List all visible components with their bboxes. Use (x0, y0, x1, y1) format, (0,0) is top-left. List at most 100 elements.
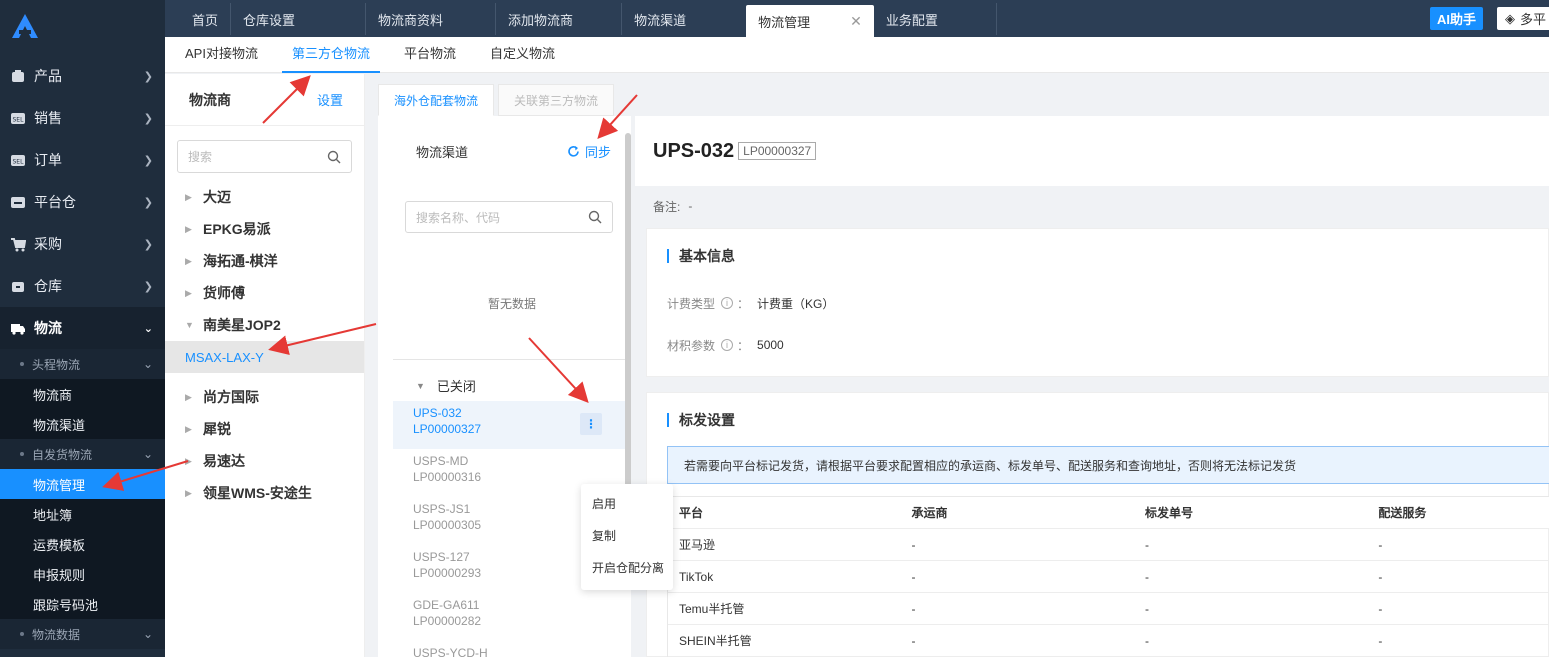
caret-down-icon: ▼ (185, 320, 194, 330)
tab-warehouse-settings[interactable]: 仓库设置 (231, 3, 367, 35)
table-cell: - (1144, 537, 1149, 552)
closed-group-label: 已关闭 (436, 379, 476, 394)
table-cell: - (1378, 601, 1383, 616)
info-icon[interactable]: i (721, 339, 734, 351)
logistics-type-tabs: API对接物流 第三方仓物流 平台物流 自定义物流 (165, 37, 1549, 73)
tree-node-label: 海拓通-棋洋 (203, 253, 278, 269)
tab-logistics-channel[interactable]: 物流渠道 (622, 3, 746, 35)
tab-overseas-warehouse-logistics[interactable]: 海外仓配套物流 (378, 84, 495, 116)
tab-label: 物流管理 (758, 14, 811, 30)
sidebar-item-tracking-pool[interactable]: 跟踪号码池 (0, 589, 165, 619)
tree-node[interactable]: ▶ 易速达 (165, 445, 364, 477)
tab-custom-logistics[interactable]: 自定义物流 (480, 37, 565, 73)
sidebar-group-first-leg[interactable]: 头程物流 ⌄ (0, 349, 165, 379)
tab-home[interactable]: 首页 (165, 3, 232, 35)
tab-add-carrier[interactable]: 添加物流商 (496, 3, 623, 35)
ai-assistant-button[interactable]: AI助手 (1430, 7, 1484, 30)
channel-item[interactable]: USPS-YCD-H (393, 641, 625, 657)
app-logo[interactable] (0, 0, 165, 52)
tree-node[interactable]: ▶ 尚方国际 (165, 381, 364, 413)
chevron-right-icon: ❯ (143, 238, 153, 251)
tab-logistics-management[interactable]: 物流管理 ✕ (746, 5, 874, 37)
tree-node[interactable]: ▶ 货师傅 (165, 277, 364, 309)
sidebar-item-carrier[interactable]: 物流商 (0, 379, 165, 409)
channel-code-badge: LP00000327 (738, 142, 817, 160)
sidebar-item-product[interactable]: 产品 ❯ (0, 55, 165, 97)
sidebar-item-sales[interactable]: SEL 销售 ❯ (0, 97, 165, 139)
multi-label: 多平 (1520, 12, 1547, 27)
sidebar-item-warehouse[interactable]: 仓库 ❯ (0, 265, 165, 307)
close-icon[interactable]: ✕ (850, 13, 862, 30)
channel-search-input[interactable]: 搜索名称、代码 (405, 201, 613, 233)
sidebar-item-declaration-rules[interactable]: 申报规则 (0, 559, 165, 589)
carrier-settings-link[interactable]: 设置 (317, 90, 343, 109)
sidebar-item-address-book[interactable]: 地址簿 (0, 499, 165, 529)
carrier-search-input[interactable]: 搜索 (177, 140, 352, 173)
sidebar-item-purchase[interactable]: 采购 ❯ (0, 223, 165, 265)
caret-right-icon: ▶ (185, 223, 192, 234)
tab-api-logistics[interactable]: API对接物流 (175, 37, 268, 73)
column-header: 平台 (679, 506, 704, 520)
menu-item-split-warehouse[interactable]: 开启仓配分离 (581, 552, 673, 584)
search-icon[interactable] (327, 150, 341, 164)
chevron-right-icon: ❯ (143, 280, 153, 293)
sidebar-item-channel[interactable]: 物流渠道 (0, 409, 165, 439)
channel-panel-title: 物流渠道 (416, 144, 469, 160)
tree-node[interactable]: ▶ 大迈 (165, 181, 364, 213)
tree-node[interactable]: ▶ EPKG易派 (165, 213, 364, 245)
divider (393, 359, 625, 360)
multi-platform-button[interactable]: ◈ 多平 (1497, 7, 1549, 30)
field-label: 计费类型 (667, 296, 716, 311)
menu-item-enable[interactable]: 启用 (581, 488, 673, 520)
carrier-panel-title: 物流商 (189, 91, 231, 108)
sidebar-item-label: 订单 (34, 152, 62, 168)
carrier-panel: 物流商 设置 搜索 ▶ 大迈 ▶ EPKG易派 ▶ 海拓通-棋洋 ▶ 货师傅 ▼ 南美星J… (165, 74, 365, 657)
tree-node-label: 南美星JOP2 (203, 317, 281, 333)
tab-third-party-warehouse[interactable]: 第三方仓物流 (281, 37, 380, 73)
sidebar-item-label: 销售 (34, 110, 62, 126)
tree-node[interactable]: ▶ 海拓通-棋洋 (165, 245, 364, 277)
channel-name: USPS-YCD-H (413, 646, 488, 657)
channel-item[interactable]: UPS-032 LP00000327 ⋮ (393, 401, 625, 449)
column-header: 配送服务 (1378, 506, 1427, 520)
caret-right-icon: ▶ (185, 487, 192, 498)
tree-node[interactable]: ▼ 南美星JOP2 (165, 309, 364, 341)
mark-shipping-card: 标发设置 若需要向平台标记发货，请根据平台要求配置相应的承运商、标发单号、配送服… (646, 392, 1549, 657)
sidebar-item-logistics[interactable]: 物流 ⌄ (0, 307, 165, 349)
sidebar-item-freight-template[interactable]: 运费模板 (0, 529, 165, 559)
bullet-icon (20, 452, 24, 456)
tree-node-label: 犀锐 (203, 421, 231, 437)
table-cell: - (1378, 633, 1383, 648)
menu-item-copy[interactable]: 复制 (581, 520, 673, 552)
channel-item[interactable]: GDE-GA611 LP00000282 (393, 593, 625, 641)
tree-leaf-selected[interactable]: MSAX-LAX-Y (165, 341, 364, 373)
bullet-icon (20, 632, 24, 636)
box-icon (10, 68, 26, 84)
more-vertical-icon[interactable]: ⋮ (580, 413, 602, 435)
tab-linked-third-party[interactable]: 关联第三方物流 (498, 84, 615, 116)
tab-platform-logistics[interactable]: 平台物流 (394, 37, 466, 73)
caret-down-icon: ▼ (416, 380, 425, 391)
note-row: 备注: - (635, 186, 1549, 226)
sidebar-item-logistics-management[interactable]: 物流管理 (0, 469, 165, 499)
field-label: 材积参数 (667, 338, 716, 353)
sync-button[interactable]: 同步 (567, 142, 611, 161)
sidebar-group-logistics-data[interactable]: 物流数据 ⌄ (0, 619, 165, 649)
sidebar-item-platform-warehouse[interactable]: 平台仓 ❯ (0, 181, 165, 223)
mark-shipping-table: 平台 承运商 标发单号 配送服务 亚马逊 - - - TikTok - - - (667, 496, 1549, 657)
sidebar-group-self-ship[interactable]: 自发货物流 ⌄ (0, 439, 165, 469)
table-cell: - (1144, 633, 1149, 648)
note-label: 备注: (653, 199, 681, 214)
tab-carrier-info[interactable]: 物流商资料 (366, 3, 497, 35)
tab-business-config[interactable]: 业务配置 (874, 3, 997, 35)
tree-node[interactable]: ▶ 领星WMS-安途生 (165, 477, 364, 509)
search-icon[interactable] (588, 210, 602, 224)
closed-group-header[interactable]: ▼ 已关闭 (416, 376, 476, 395)
info-icon[interactable]: i (721, 297, 734, 309)
logo-icon (12, 14, 38, 38)
sidebar-item-orders[interactable]: SEL 订单 ❯ (0, 139, 165, 181)
tree-node[interactable]: ▶ 犀锐 (165, 413, 364, 445)
sidebar-item-label: 仓库 (34, 278, 62, 294)
table-row: 亚马逊 - - - (668, 529, 1549, 561)
sidebar-item-label: 产品 (34, 68, 62, 84)
